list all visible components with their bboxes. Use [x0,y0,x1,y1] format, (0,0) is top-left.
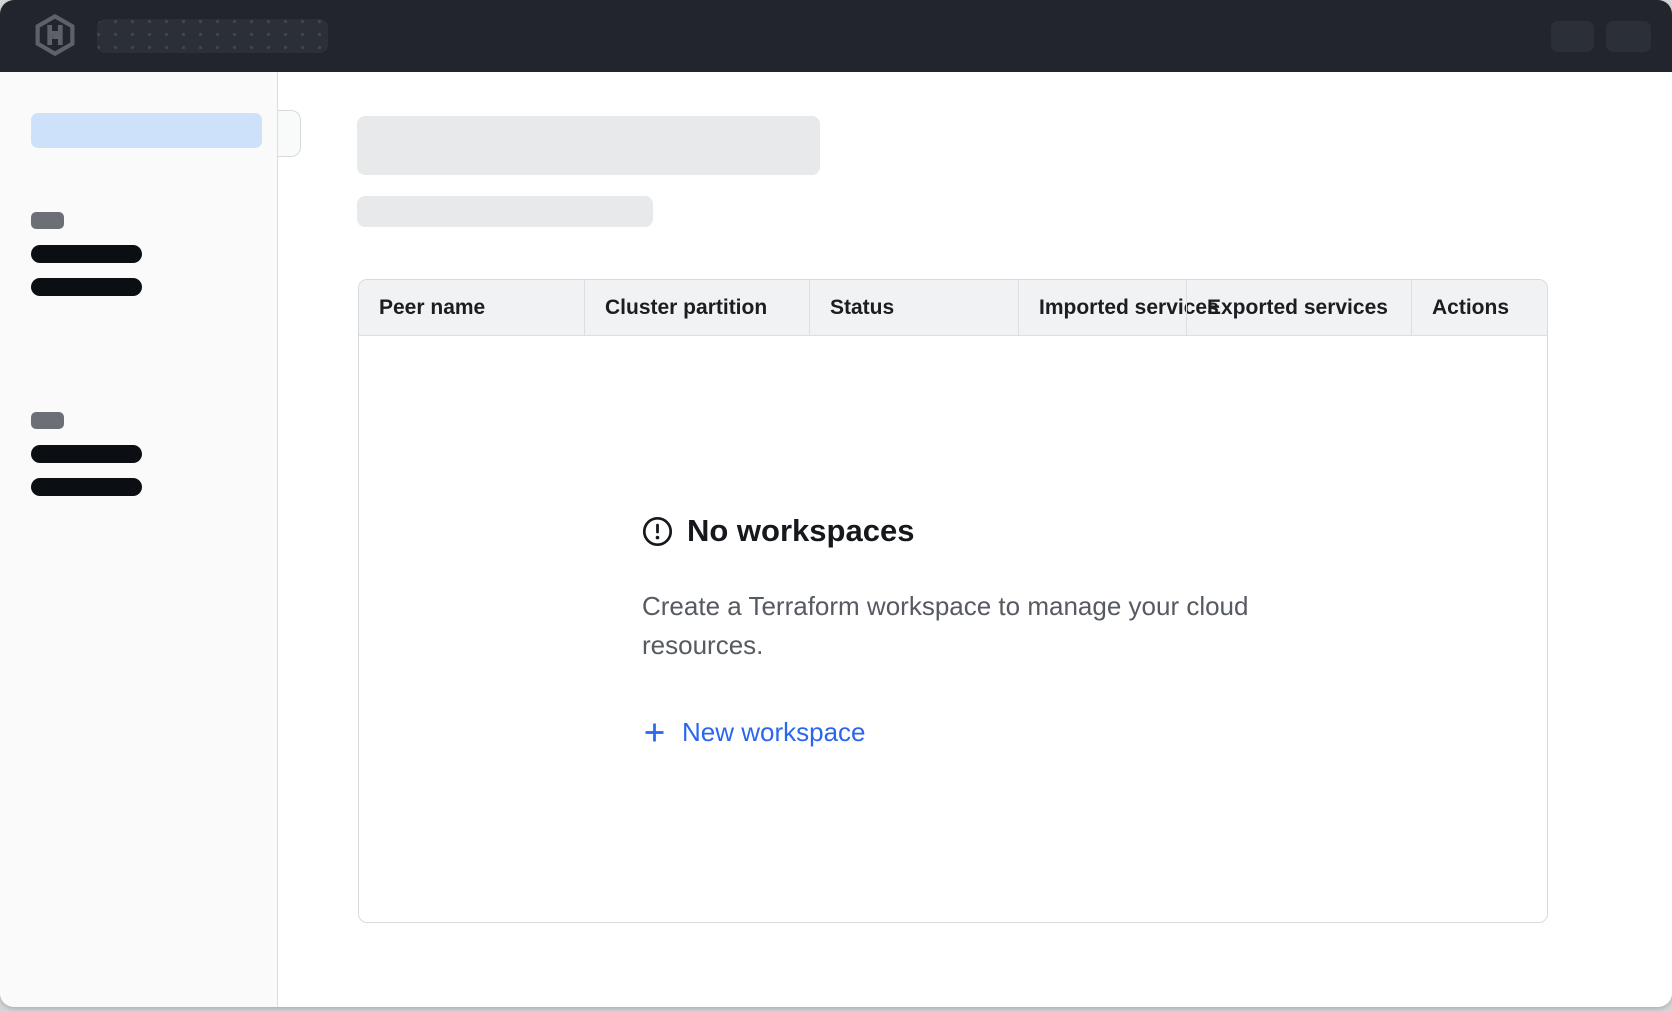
sidebar-section-label-skeleton [31,212,64,229]
search-placeholder-skeleton[interactable] [97,19,328,53]
page-title-skeleton [357,116,820,175]
table-header-row: Peer name Cluster partition Status Impor… [359,280,1547,336]
sidebar-item-skeleton[interactable] [31,478,142,496]
hashicorp-logo-icon[interactable] [34,14,76,56]
empty-state-title: No workspaces [687,512,914,550]
plus-icon [642,720,667,745]
empty-state: No workspaces Create a Terraform workspa… [642,336,1264,750]
column-header-status: Status [809,280,1018,335]
column-header-exported-services: Exported services [1186,280,1411,335]
column-header-peer-name: Peer name [359,280,584,335]
main-content: Peer name Cluster partition Status Impor… [279,72,1672,1007]
sidebar [0,72,278,1007]
new-workspace-label: New workspace [682,717,866,747]
topbar [0,0,1672,72]
alert-circle-icon [642,516,673,547]
column-header-actions: Actions [1411,280,1547,335]
peers-table: Peer name Cluster partition Status Impor… [358,279,1548,923]
page-subtitle-skeleton [357,196,653,227]
topbar-button-skeleton[interactable] [1606,21,1651,52]
sidebar-item-skeleton[interactable] [31,445,142,463]
topbar-button-skeleton[interactable] [1551,21,1594,52]
sidebar-section-label-skeleton [31,412,64,429]
sidebar-collapse-tab[interactable] [278,110,301,157]
sidebar-item-skeleton[interactable] [31,245,142,263]
sidebar-item-skeleton[interactable] [31,278,142,296]
app-window: Peer name Cluster partition Status Impor… [0,0,1672,1007]
column-header-imported-services: Imported services [1018,280,1186,335]
column-header-cluster-partition: Cluster partition [584,280,809,335]
new-workspace-button[interactable]: New workspace [642,717,866,747]
sidebar-active-item-skeleton[interactable] [31,113,262,148]
empty-state-description: Create a Terraform workspace to manage y… [642,587,1264,665]
